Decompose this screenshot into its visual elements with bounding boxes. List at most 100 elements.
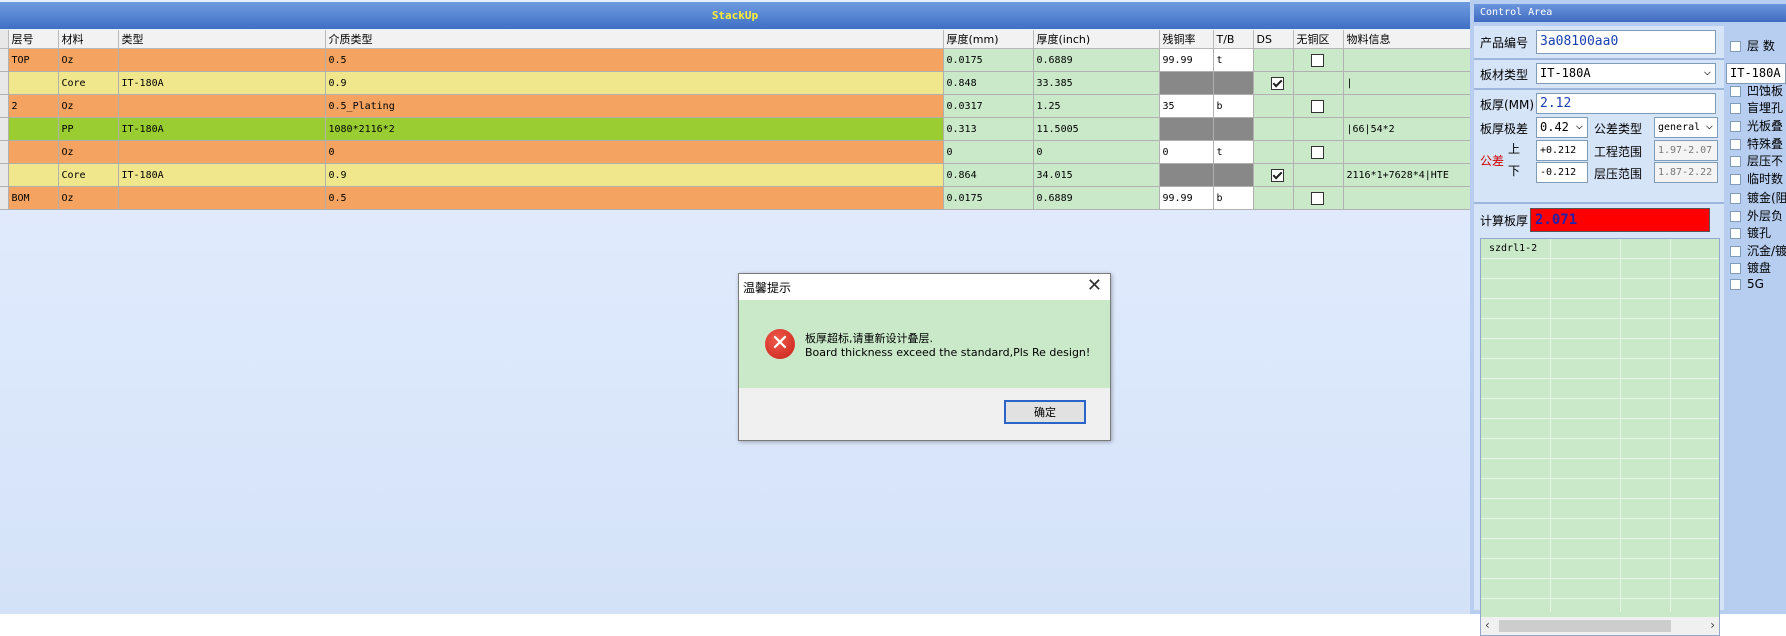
scroll-right-icon[interactable]: ›	[1710, 618, 1715, 632]
grid-cell-tb[interactable]	[1213, 117, 1254, 141]
tol-type-select[interactable]: general	[1654, 117, 1718, 138]
col-header[interactable]: T/B	[1213, 30, 1254, 49]
grid-cell-type[interactable]	[118, 94, 326, 118]
grid-cell-ds[interactable]	[1253, 163, 1294, 187]
option-checkbox[interactable]: 沉金/镀	[1730, 242, 1786, 259]
grid-cell-tb[interactable]: b	[1213, 186, 1254, 210]
grid-cell-material[interactable]: Oz	[58, 48, 119, 72]
option-checkbox[interactable]: 层压不	[1730, 152, 1783, 169]
grid-cell-inch[interactable]: 0.6889	[1033, 186, 1160, 210]
grid-cell-inch[interactable]: 0	[1033, 140, 1160, 164]
row-selector[interactable]	[0, 163, 9, 187]
option-checkbox[interactable]: 外层负	[1730, 207, 1783, 224]
grid-cell-ds[interactable]	[1253, 48, 1294, 72]
grid-cell-dielectric[interactable]: 1080*2116*2	[325, 117, 944, 141]
grid-cell-nocopper[interactable]	[1293, 48, 1344, 72]
grid-cell-layer[interactable]	[8, 71, 59, 95]
grid-cell-tb[interactable]	[1213, 71, 1254, 95]
grid-cell-nocopper[interactable]	[1293, 140, 1344, 164]
col-header[interactable]: 层号	[8, 30, 59, 49]
grid-cell-copper[interactable]: 0	[1159, 140, 1214, 164]
col-header[interactable]: 介质类型	[325, 30, 944, 49]
col-header[interactable]: 物料信息	[1343, 30, 1471, 49]
grid-cell-info[interactable]	[1343, 48, 1471, 72]
ok-button[interactable]: 确定	[1004, 400, 1086, 424]
scroll-left-icon[interactable]: ‹	[1485, 618, 1490, 632]
table-row[interactable]: BOM Oz 0.5 0.0175 0.6889 99.99 b	[0, 186, 1471, 210]
tolerance-select[interactable]: 0.42	[1536, 117, 1588, 138]
grid-cell-copper[interactable]: 35	[1159, 94, 1214, 118]
grid-cell-copper[interactable]	[1159, 117, 1214, 141]
grid-cell-ds[interactable]	[1253, 140, 1294, 164]
row-selector[interactable]	[0, 117, 9, 141]
grid-cell-dielectric[interactable]: 0	[325, 140, 944, 164]
grid-cell-dielectric[interactable]: 0.9	[325, 71, 944, 95]
grid-cell-inch[interactable]: 11.5005	[1033, 117, 1160, 141]
grid-cell-material[interactable]: PP	[58, 117, 119, 141]
grid-cell-nocopper[interactable]	[1293, 186, 1344, 210]
grid-cell-nocopper[interactable]	[1293, 71, 1344, 95]
col-header[interactable]: 无铜区	[1293, 30, 1344, 49]
option-checkbox[interactable]: 5G	[1730, 277, 1764, 291]
row-selector[interactable]	[0, 71, 9, 95]
grid-cell-dielectric[interactable]: 0.5	[325, 186, 944, 210]
grid-cell-tb[interactable]	[1213, 163, 1254, 187]
layers-checkbox[interactable]: 层 数	[1730, 37, 1775, 54]
close-icon[interactable]: ✕	[1087, 277, 1102, 295]
grid-cell-nocopper[interactable]	[1293, 117, 1344, 141]
grid-cell-mm[interactable]: 0.848	[943, 71, 1034, 95]
checkbox[interactable]	[1310, 145, 1324, 159]
board-type-select[interactable]: IT-180A	[1536, 63, 1716, 84]
horizontal-scrollbar[interactable]: ‹ ›	[1481, 617, 1719, 635]
grid-cell-material[interactable]: Oz	[58, 186, 119, 210]
grid-cell-info[interactable]	[1343, 140, 1471, 164]
grid-cell-inch[interactable]: 34.015	[1033, 163, 1160, 187]
grid-cell-type[interactable]	[118, 186, 326, 210]
col-header[interactable]: 残铜率	[1159, 30, 1214, 49]
row-selector[interactable]	[0, 140, 9, 164]
grid-cell-type[interactable]	[118, 48, 326, 72]
option-checkbox[interactable]: 镀盘	[1730, 259, 1771, 276]
grid-cell-material[interactable]: Core	[58, 71, 119, 95]
grid-cell-type[interactable]	[118, 140, 326, 164]
thickness-input[interactable]: 2.12	[1536, 93, 1716, 114]
table-row[interactable]: 2 Oz 0.5_Plating 0.0317 1.25 35 b	[0, 94, 1471, 118]
list-item[interactable]: szdrl1-2	[1489, 243, 1537, 254]
grid-cell-nocopper[interactable]	[1293, 163, 1344, 187]
table-row[interactable]: Core IT-180A 0.9 0.864 34.015 2116*1+7628*4|H…	[0, 163, 1471, 187]
grid-cell-info[interactable]: |66|54*2	[1343, 117, 1471, 141]
option-checkbox[interactable]: 凹蚀板	[1730, 82, 1783, 99]
grid-cell-mm[interactable]: 0.0175	[943, 186, 1034, 210]
grid-cell-material[interactable]: Oz	[58, 140, 119, 164]
grid-cell-material[interactable]: Oz	[58, 94, 119, 118]
grid-cell-inch[interactable]: 1.25	[1033, 94, 1160, 118]
grid-cell-info[interactable]	[1343, 186, 1471, 210]
grid-cell-copper[interactable]: 99.99	[1159, 48, 1214, 72]
table-row[interactable]: TOP Oz 0.5 0.0175 0.6889 99.99 t	[0, 48, 1471, 72]
lower-tolerance-input[interactable]: -0.212	[1536, 162, 1588, 183]
col-header[interactable]: 厚度(mm)	[943, 30, 1034, 49]
option-checkbox[interactable]: 临时数	[1730, 170, 1783, 187]
grid-cell-dielectric[interactable]: 0.9	[325, 163, 944, 187]
table-row[interactable]: Oz 0 0 0 0 t	[0, 140, 1471, 164]
table-row[interactable]: Core IT-180A 0.9 0.848 33.385 |	[0, 71, 1471, 95]
drill-list[interactable]: szdrl1-2 ‹ ›	[1480, 238, 1720, 636]
checkbox[interactable]	[1310, 53, 1324, 67]
grid-cell-material[interactable]: Core	[58, 163, 119, 187]
option-checkbox[interactable]: 特殊叠	[1730, 135, 1783, 152]
grid-cell-layer[interactable]	[8, 163, 59, 187]
grid-cell-info[interactable]	[1343, 94, 1471, 118]
grid-cell-ds[interactable]	[1253, 186, 1294, 210]
grid-cell-ds[interactable]	[1253, 117, 1294, 141]
grid-cell-layer[interactable]: 2	[8, 94, 59, 118]
option-checkbox[interactable]: 镀孔	[1730, 224, 1771, 241]
checkbox[interactable]	[1310, 191, 1324, 205]
grid-cell-mm[interactable]: 0	[943, 140, 1034, 164]
grid-cell-ds[interactable]	[1253, 71, 1294, 95]
grid-cell-nocopper[interactable]	[1293, 94, 1344, 118]
grid-cell-mm[interactable]: 0.864	[943, 163, 1034, 187]
grid-cell-copper[interactable]: 99.99	[1159, 186, 1214, 210]
scroll-thumb[interactable]	[1499, 620, 1671, 632]
product-no-input[interactable]: 3a08100aa0	[1536, 30, 1716, 54]
grid-cell-tb[interactable]: t	[1213, 48, 1254, 72]
